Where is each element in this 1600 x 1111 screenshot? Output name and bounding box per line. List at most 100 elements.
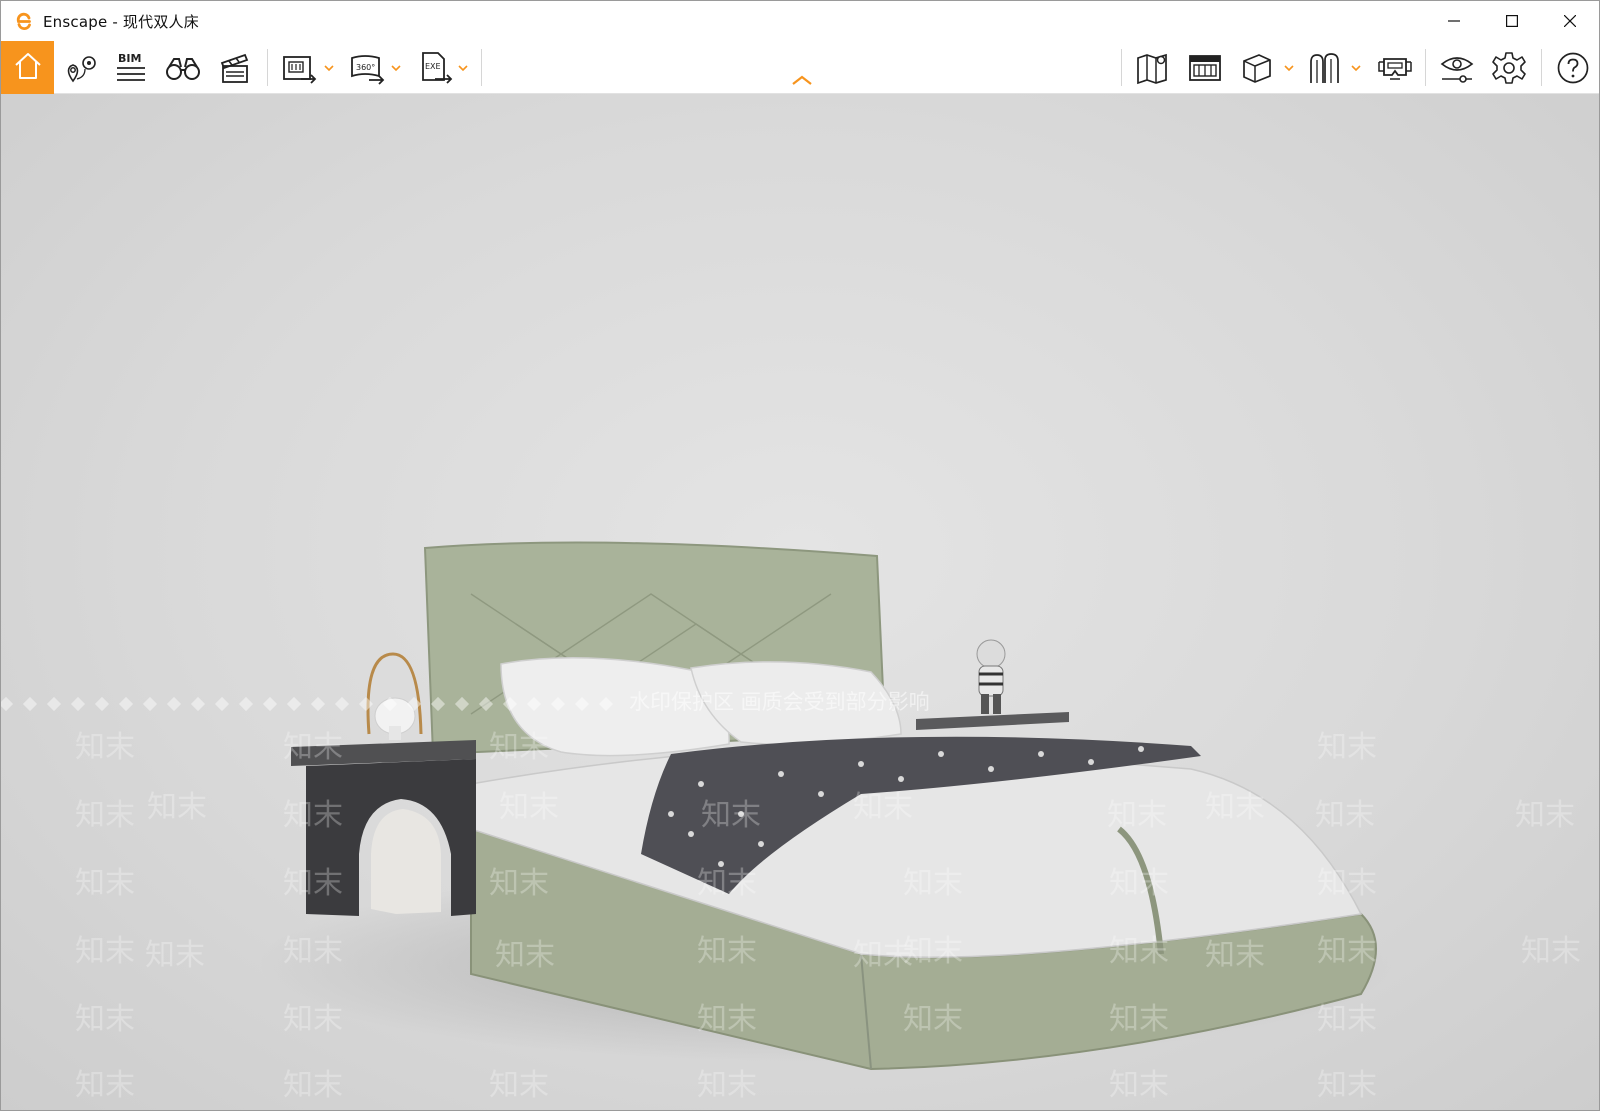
watermark-text: 知末 <box>1317 730 1377 765</box>
watermark-text: 知末 <box>853 790 913 825</box>
watermark-text: 知末 <box>1317 1068 1377 1103</box>
window-controls <box>1425 1 1599 41</box>
watermark-text: 知末 <box>489 866 549 901</box>
export-exe-dropdown-icon[interactable] <box>457 63 469 73</box>
help-button[interactable] <box>1551 41 1595 94</box>
toolbar-separator <box>481 49 482 86</box>
watermark-text: 知末 <box>903 934 963 969</box>
cube-icon <box>1239 50 1275 86</box>
watermark-text: 知末 <box>147 790 207 825</box>
watermark-text: 知末 <box>1315 798 1375 833</box>
watermark-text: 知末 <box>697 1002 757 1037</box>
map-button[interactable] <box>1131 41 1175 94</box>
enscape-logo-icon <box>13 10 35 32</box>
toolbar-separator <box>1425 49 1426 86</box>
panorama-360-icon: 360° <box>349 51 387 85</box>
main-toolbar: BIM 360° EXE <box>1 41 1599 94</box>
watermark-text: 知末 <box>1317 934 1377 969</box>
map-icon <box>1135 50 1171 86</box>
watermark-text: 知末 <box>283 1068 343 1103</box>
batch-render-button[interactable] <box>277 41 323 94</box>
left-nightstand-drawer <box>371 809 441 914</box>
video-editor-button[interactable] <box>213 41 257 94</box>
watermark-text: 知末 <box>75 730 135 765</box>
asset-library-button[interactable] <box>1183 41 1227 94</box>
watermark-text: 知末 <box>1317 866 1377 901</box>
help-icon <box>1556 51 1590 85</box>
watermark-text: 知末 <box>903 866 963 901</box>
close-button[interactable] <box>1541 1 1599 41</box>
bim-button[interactable]: BIM <box>109 41 153 94</box>
watermark-text: 知末 <box>489 730 549 765</box>
watermark-text: 知末 <box>75 866 135 901</box>
panorama-button[interactable]: 360° <box>345 41 391 94</box>
chevron-up-icon <box>791 71 813 90</box>
watermark-text: 知末 <box>1107 798 1167 833</box>
watermark-text: 知末 <box>1109 934 1169 969</box>
watermark-text: 知末 <box>1109 866 1169 901</box>
watermark-text: 知末 <box>1515 798 1575 833</box>
watermark-text: 知末 <box>145 938 205 973</box>
watermark-text: 知末 <box>283 1002 343 1037</box>
home-button[interactable] <box>1 41 54 94</box>
general-settings-button[interactable] <box>1487 41 1531 94</box>
lamp-base <box>389 726 401 740</box>
views-button[interactable] <box>59 41 103 94</box>
app-window: Enscape - 现代双人床 BIM 360° EXE 水印保护区 画质会受到… <box>0 0 1600 1111</box>
watermark-text: 知末 <box>283 730 343 765</box>
watermark-text: 知末 <box>495 938 555 973</box>
clapperboard-icon <box>218 51 252 85</box>
bim-label: BIM <box>118 52 141 65</box>
batch-render-icon <box>281 51 319 85</box>
watermark-text: 知末 <box>283 866 343 901</box>
watermark-text: 知末 <box>697 934 757 969</box>
watermark-text: 知末 <box>1205 938 1265 973</box>
watermark-text: 知末 <box>75 934 135 969</box>
binoculars-icon <box>164 53 202 83</box>
watermark-text: 知末 <box>75 1002 135 1037</box>
watermark-text: 知末 <box>75 1068 135 1103</box>
location-pin-icon <box>63 51 99 85</box>
gear-icon <box>1491 50 1527 86</box>
toolbar-separator <box>1121 49 1122 86</box>
render-viewport[interactable]: 水印保护区 画质会受到部分影响 知末 知末 知末 知末 知末 知末 知末 知末 … <box>1 94 1599 1110</box>
watermark-text: 知末 <box>1205 790 1265 825</box>
watermark-text: 知末 <box>283 934 343 969</box>
watermark-text: 知末 <box>489 1068 549 1103</box>
vr-headset-icon <box>1376 51 1414 85</box>
watermark-text: 知末 <box>1521 934 1581 969</box>
watermark-text: 知末 <box>1109 1068 1169 1103</box>
watermark-text: 知末 <box>283 798 343 833</box>
batch-render-dropdown-icon[interactable] <box>323 63 335 73</box>
bim-icon: BIM <box>113 50 149 86</box>
watermark-text: 知末 <box>697 866 757 901</box>
material-editor-button[interactable] <box>1235 41 1279 94</box>
panorama-dropdown-icon[interactable] <box>390 63 402 73</box>
eye-slider-icon <box>1439 51 1475 85</box>
home-icon <box>12 50 44 86</box>
watermark-notice: 水印保护区 画质会受到部分影响 <box>629 690 930 714</box>
toolbar-separator <box>267 49 268 86</box>
visual-settings-button[interactable] <box>1435 41 1479 94</box>
minimize-button[interactable] <box>1425 1 1483 41</box>
watermark-text: 知末 <box>75 798 135 833</box>
panorama-label: 360° <box>356 63 375 72</box>
title-bar: Enscape - 现代双人床 <box>1 1 1599 41</box>
material-dropdown-icon[interactable] <box>1283 63 1295 73</box>
sections-icon <box>1307 50 1343 86</box>
sections-dropdown-icon[interactable] <box>1350 63 1362 73</box>
watermark-text: 知末 <box>903 1002 963 1037</box>
toolbar-separator <box>1541 49 1542 86</box>
watermark-text: 知末 <box>499 790 559 825</box>
export-exe-icon: EXE <box>417 50 455 86</box>
watermark-text: 知末 <box>701 798 761 833</box>
collapse-toolbar-button[interactable] <box>789 71 815 89</box>
export-exe-button[interactable]: EXE <box>413 41 459 94</box>
asset-library-icon <box>1187 52 1223 84</box>
watermark-text: 知末 <box>697 1068 757 1103</box>
vr-headset-button[interactable] <box>1373 41 1417 94</box>
sections-button[interactable] <box>1303 41 1347 94</box>
maximize-button[interactable] <box>1483 1 1541 41</box>
window-title: Enscape - 现代双人床 <box>43 12 199 31</box>
walk-mode-button[interactable] <box>161 41 205 94</box>
